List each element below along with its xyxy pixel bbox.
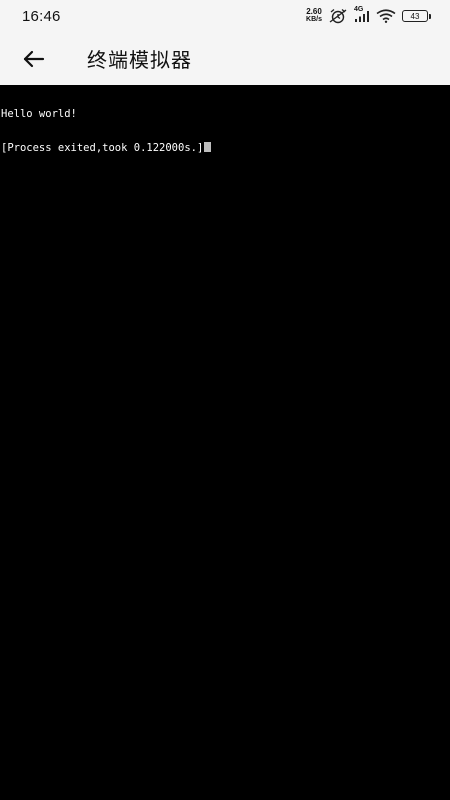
battery-level: 43 — [410, 11, 420, 21]
terminal-line-text: [Process exited,took 0.122000s.] — [1, 142, 204, 154]
network-type: 4G — [354, 6, 370, 23]
terminal-line: Hello world! — [1, 108, 77, 120]
arrow-left-icon — [23, 50, 45, 68]
back-button[interactable] — [14, 39, 54, 79]
page-title: 终端模拟器 — [87, 48, 192, 72]
terminal-line-last: [Process exited,took 0.122000s.] — [1, 142, 449, 154]
terminal-cursor — [204, 142, 212, 152]
alarm-off-icon — [328, 8, 348, 24]
status-bar: 16:46 2.60 KB/s 4G 43 — [0, 0, 450, 32]
status-time: 16:46 — [22, 7, 61, 25]
network-type-label: 4G — [354, 6, 364, 13]
status-icons: 2.60 KB/s 4G 43 — [306, 6, 431, 24]
wifi-icon — [376, 9, 396, 23]
battery-icon: 43 — [402, 10, 431, 22]
network-speed: 2.60 KB/s — [306, 8, 322, 24]
network-speed-value: 2.60 — [306, 7, 322, 16]
network-speed-unit: KB/s — [306, 16, 322, 23]
app-bar: 终端模拟器 — [0, 32, 450, 85]
screen: 16:46 2.60 KB/s 4G 43 终端模拟器 Hello world!… — [0, 0, 450, 800]
terminal-view[interactable]: Hello world! [Process exited,took 0.1220… — [0, 85, 450, 800]
